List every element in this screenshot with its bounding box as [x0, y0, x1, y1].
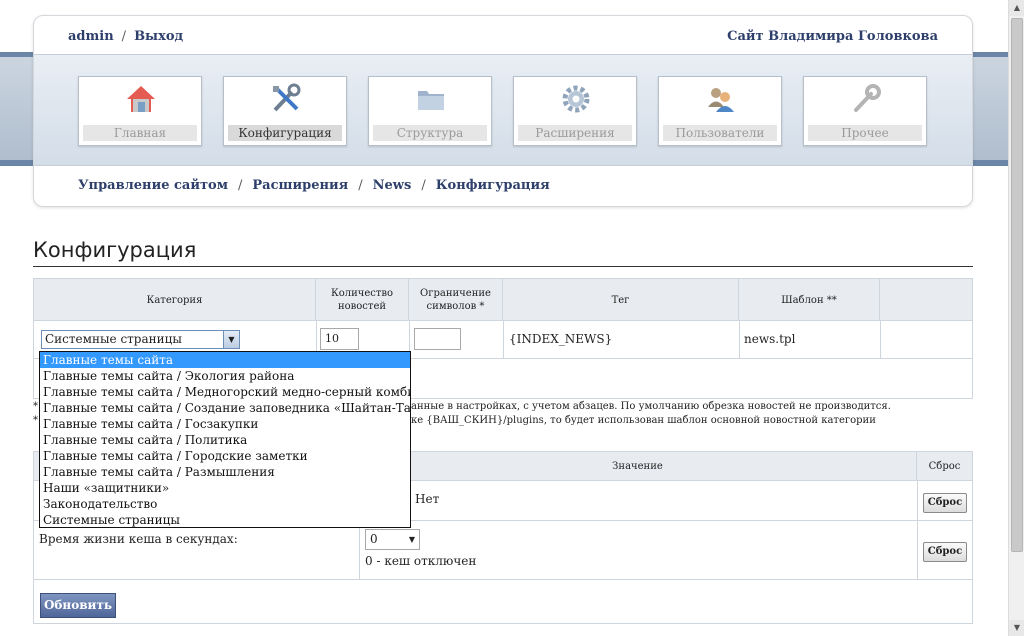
- page-title: Конфигурация: [33, 238, 973, 267]
- chevron-down-icon: ▼: [408, 535, 415, 544]
- header-category: Категория: [34, 279, 316, 321]
- chevron-down-icon[interactable]: ▼: [223, 330, 240, 349]
- cache-time-select[interactable]: 0 ▼: [365, 529, 420, 550]
- breadcrumb: Управление сайтом / Расширения / News / Конфиг…: [78, 178, 550, 193]
- dropdown-option[interactable]: Наши «защитники»: [40, 480, 410, 496]
- scroll-up-icon[interactable]: ▲: [1009, 0, 1024, 16]
- dropdown-option[interactable]: Главные темы сайта / Создание заповедник…: [40, 400, 410, 416]
- header-count: Количество новостей: [316, 279, 409, 321]
- settings-header-reset: Сброс: [917, 452, 972, 481]
- dropdown-option[interactable]: Системные страницы: [40, 512, 410, 527]
- cache-time-value: 0: [370, 532, 378, 546]
- category-select[interactable]: Системные страницы ▼: [41, 330, 240, 349]
- header-tag: Тег: [503, 279, 739, 321]
- separator: /: [421, 178, 426, 193]
- tag-value: {INDEX_NEWS}: [509, 332, 613, 346]
- tools-icon: [273, 83, 301, 112]
- page-scrollbar[interactable]: ▲ ▼: [1008, 0, 1024, 636]
- category-dropdown-list: Главные темы сайта Главные темы сайта / …: [39, 351, 411, 528]
- note-1: анные в настройках, с учетом абзацев. По…: [411, 401, 891, 412]
- reset-button-2[interactable]: Сброс: [923, 542, 967, 562]
- news-count-input[interactable]: 10: [320, 328, 359, 350]
- separator: /: [121, 29, 127, 44]
- breadcrumb-news[interactable]: News: [373, 178, 412, 193]
- header-empty: [880, 279, 972, 321]
- users-icon: [708, 88, 734, 112]
- template-value: news.tpl: [744, 332, 796, 346]
- nav-tile-extensions[interactable]: Расширения: [513, 76, 637, 146]
- header-template: Шаблон **: [739, 279, 880, 321]
- logout-link[interactable]: Выход: [134, 29, 183, 44]
- form-footer: Обновить: [33, 580, 973, 624]
- folder-icon: [418, 91, 444, 110]
- scrollbar-thumb[interactable]: [1011, 18, 1023, 552]
- scroll-down-icon[interactable]: ▼: [1009, 620, 1024, 636]
- wrench-icon: [854, 84, 881, 112]
- header-panel: admin / Выход Сайт Владимира Головкова Гла…: [33, 15, 973, 207]
- setting-1-value: Нет: [415, 492, 440, 506]
- user-bar: admin / Выход: [68, 29, 183, 44]
- admin-link[interactable]: admin: [68, 29, 114, 44]
- header-limit: Ограничение символов *: [409, 279, 503, 321]
- nav-label-users: Пользователи: [663, 125, 777, 141]
- gear-icon: [562, 85, 590, 113]
- setting-2-hint: 0 - кеш отключен: [365, 554, 477, 568]
- dropdown-option[interactable]: Главные темы сайта: [40, 352, 410, 368]
- site-title-link[interactable]: Сайт Владимира Головкова: [727, 29, 938, 44]
- dropdown-option[interactable]: Главные темы сайта / Госзакупки: [40, 416, 410, 432]
- dropdown-option[interactable]: Главные темы сайта / Экология района: [40, 368, 410, 384]
- nav-label-config: Конфигурация: [228, 125, 342, 141]
- char-limit-input[interactable]: [414, 328, 461, 350]
- nav-tile-other[interactable]: Прочее: [803, 76, 927, 146]
- col-divider: [917, 481, 918, 579]
- col-divider: [503, 321, 504, 358]
- nav-tile-home[interactable]: Главная: [78, 76, 202, 146]
- update-button[interactable]: Обновить: [40, 593, 116, 618]
- dropdown-option[interactable]: Главные темы сайта / Городские заметки: [40, 448, 410, 464]
- nav-label-home: Главная: [83, 125, 197, 141]
- settings-header-value: Значение: [359, 452, 917, 481]
- nav-tile-users[interactable]: Пользователи: [658, 76, 782, 146]
- dropdown-option[interactable]: Главные темы сайта / Размышления: [40, 464, 410, 480]
- nav-label-structure: Структура: [373, 125, 487, 141]
- category-table-header: Категория Количество новостей Ограничени…: [34, 279, 972, 321]
- separator: /: [358, 178, 363, 193]
- category-select-value: Системные страницы: [45, 332, 182, 346]
- reset-button-1[interactable]: Сброс: [923, 493, 967, 513]
- dropdown-option[interactable]: Главные темы сайта / Медногорский медно-…: [40, 384, 410, 400]
- dropdown-option[interactable]: Главные темы сайта / Политика: [40, 432, 410, 448]
- dropdown-option[interactable]: Законодательство: [40, 496, 410, 512]
- breadcrumb-site-management[interactable]: Управление сайтом: [78, 178, 228, 193]
- nav-tile-structure[interactable]: Структура: [368, 76, 492, 146]
- nav-tile-config[interactable]: Конфигурация: [223, 76, 347, 146]
- nav-label-extensions: Расширения: [518, 125, 632, 141]
- home-icon: [127, 86, 155, 112]
- separator: /: [238, 178, 243, 193]
- col-divider: [880, 321, 881, 358]
- setting-2-label: Время жизни кеша в секундах:: [39, 532, 238, 546]
- breadcrumb-extensions[interactable]: Расширения: [252, 178, 348, 193]
- nav-label-other: Прочее: [808, 125, 922, 141]
- breadcrumb-config[interactable]: Конфигурация: [436, 178, 550, 193]
- note-star: *: [33, 415, 38, 426]
- note-star: *: [33, 401, 38, 412]
- col-divider: [739, 321, 740, 358]
- note-2: ке {ВАШ_СКИН}/plugins, то будет использо…: [411, 415, 876, 426]
